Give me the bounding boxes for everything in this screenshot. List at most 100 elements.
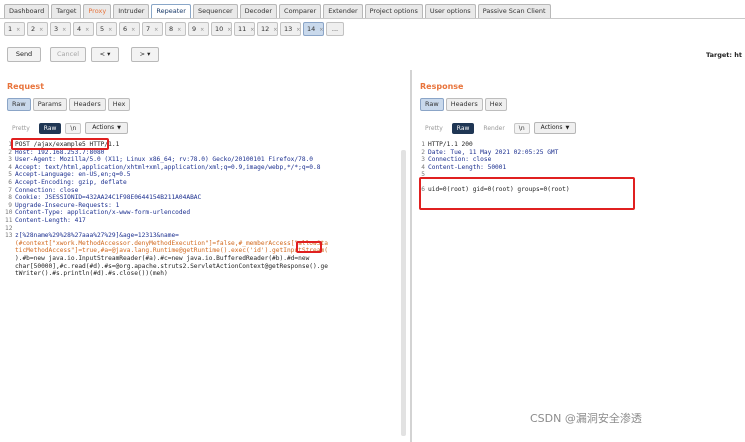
request-editor[interactable]: 1 POST /ajax/example5 HTTP/1.1 2 Host: 192…	[5, 141, 400, 278]
request-mode-raw[interactable]: Raw	[38, 122, 62, 134]
history-back-button[interactable]: < ▾	[91, 47, 119, 62]
close-icon[interactable]: ×	[177, 27, 181, 33]
tab-target[interactable]: Target	[51, 4, 82, 18]
line-number: 13	[5, 232, 13, 240]
request-mode-newline[interactable]: \n	[65, 122, 82, 134]
response-mode-pretty[interactable]: Pretty	[420, 123, 448, 134]
target-label[interactable]: Target: ht	[706, 51, 742, 59]
tab-comparer[interactable]: Comparer	[279, 4, 322, 18]
close-icon[interactable]: ×	[85, 27, 89, 33]
repeater-tab[interactable]: 8 ×	[165, 22, 186, 36]
request-line: ticMethodAccess"]=true,#a=@java.lang.Run…	[5, 247, 400, 255]
tab-dashboard[interactable]: Dashboard	[4, 4, 50, 18]
repeater-tab-label: 12	[261, 25, 270, 33]
repeater-tab-label: 7	[146, 25, 151, 33]
line-text: char[50000],#c.read(#d).#s=@org.apache.s…	[15, 262, 328, 270]
repeater-more-tabs-button[interactable]: ...	[326, 22, 344, 36]
repeater-tab-active[interactable]: 14 ×	[303, 22, 324, 36]
close-icon[interactable]: ×	[319, 27, 323, 33]
line-text: ticMethodAccess"]=true,#a=@java.lang.Run…	[15, 247, 328, 255]
tab-sequencer[interactable]: Sequencer	[192, 4, 238, 18]
repeater-tab-label: 11	[238, 25, 247, 33]
line-number: 4	[8, 163, 12, 171]
close-icon[interactable]: ×	[250, 27, 254, 33]
repeater-tab[interactable]: 11 ×	[234, 22, 255, 36]
request-line: 4 Accept: text/html,application/xhtml+xml…	[5, 164, 400, 172]
response-actions-dropdown[interactable]: Actions ▼	[533, 122, 577, 134]
close-icon[interactable]: ×	[273, 27, 277, 33]
request-scrollbar[interactable]	[401, 150, 406, 436]
close-icon[interactable]: ×	[227, 27, 231, 33]
repeater-tab[interactable]: 6 ×	[119, 22, 140, 36]
cancel-button[interactable]: Cancel	[50, 47, 86, 62]
repeater-tab[interactable]: 13 ×	[280, 22, 301, 36]
line-number: 12	[5, 224, 13, 232]
response-mode-render[interactable]: Render	[478, 123, 509, 134]
repeater-tab-label: 14	[307, 25, 316, 33]
highlight-exec-id-box	[296, 241, 322, 253]
request-view-tabs: Raw Params Headers Hex	[7, 98, 131, 111]
close-icon[interactable]: ×	[108, 27, 112, 33]
line-text: Cookie: JSESSIONID=432AA24C1F98E0644154B…	[15, 194, 202, 202]
close-icon[interactable]: ×	[296, 27, 300, 33]
request-tab-headers[interactable]: Headers	[68, 98, 106, 111]
request-actions-dropdown[interactable]: Actions ▼	[85, 122, 129, 134]
close-icon[interactable]: ×	[200, 27, 204, 33]
request-tab-hex[interactable]: Hex	[107, 98, 131, 111]
request-line: char[50000],#c.read(#d).#s=@org.apache.s…	[5, 263, 400, 271]
close-icon[interactable]: ×	[131, 27, 135, 33]
repeater-tab-label: 6	[123, 25, 128, 33]
highlight-request-line-box	[11, 138, 109, 150]
repeater-tab[interactable]: 2 ×	[27, 22, 48, 36]
line-number: 3	[8, 156, 12, 164]
line-text: Accept: text/html,application/xhtml+xml,…	[15, 163, 321, 171]
response-tab-headers[interactable]: Headers	[445, 98, 483, 111]
line-text: Accept-Language: en-US,en;q=0.5	[15, 171, 131, 179]
line-text: Accept-Encoding: gzip, deflate	[15, 178, 127, 186]
request-tab-raw[interactable]: Raw	[7, 98, 31, 111]
repeater-tab[interactable]: 9 ×	[188, 22, 209, 36]
close-icon[interactable]: ×	[154, 27, 158, 33]
line-text: ).#b=new java.io.InputStreamReader(#a).#…	[15, 254, 310, 262]
response-mode-raw[interactable]: Raw	[451, 122, 475, 134]
response-mode-newline[interactable]: \n	[513, 122, 530, 134]
repeater-tab[interactable]: 5 ×	[96, 22, 117, 36]
repeater-tab[interactable]: 1 ×	[4, 22, 25, 36]
close-icon[interactable]: ×	[16, 27, 20, 33]
tab-user-options[interactable]: User options	[424, 4, 476, 18]
request-mode-pretty[interactable]: Pretty	[7, 123, 35, 134]
response-tab-raw[interactable]: Raw	[420, 98, 444, 111]
line-number: 2	[421, 148, 425, 156]
repeater-tab[interactable]: 7 ×	[142, 22, 163, 36]
repeater-tab[interactable]: 12 ×	[257, 22, 278, 36]
repeater-tab-label: 9	[192, 25, 197, 33]
history-forward-button[interactable]: > ▾	[131, 47, 159, 62]
line-number: 6	[8, 178, 12, 186]
tab-project-options[interactable]: Project options	[364, 4, 423, 18]
chevron-down-icon: ▼	[565, 125, 570, 131]
send-button[interactable]: Send	[7, 47, 41, 62]
tab-intruder[interactable]: Intruder	[113, 4, 150, 18]
request-line: 12	[5, 225, 400, 233]
response-tab-hex[interactable]: Hex	[484, 98, 508, 111]
repeater-tab[interactable]: 3 ×	[50, 22, 71, 36]
tab-repeater[interactable]: Repeater	[151, 4, 191, 18]
repeater-tab[interactable]: 4 ×	[73, 22, 94, 36]
repeater-tab[interactable]: 10 ×	[211, 22, 232, 36]
close-icon[interactable]: ×	[39, 27, 43, 33]
tab-proxy[interactable]: Proxy	[83, 4, 112, 18]
request-line: 7 Connection: close	[5, 187, 400, 195]
pane-splitter[interactable]	[410, 70, 412, 442]
tab-extender[interactable]: Extender	[323, 4, 363, 18]
tab-passive-scan-client[interactable]: Passive Scan Client	[477, 4, 551, 18]
request-line: 5 Accept-Language: en-US,en;q=0.5	[5, 171, 400, 179]
close-icon[interactable]: ×	[62, 27, 66, 33]
request-tab-params[interactable]: Params	[32, 98, 67, 111]
line-number: 5	[8, 171, 12, 179]
response-title: Response	[420, 82, 464, 91]
line-number: 3	[421, 156, 425, 164]
tab-decoder[interactable]: Decoder	[239, 4, 278, 18]
repeater-tab-label: 13	[284, 25, 293, 33]
line-number: 8	[8, 194, 12, 202]
tab-bar-divider	[0, 18, 745, 19]
